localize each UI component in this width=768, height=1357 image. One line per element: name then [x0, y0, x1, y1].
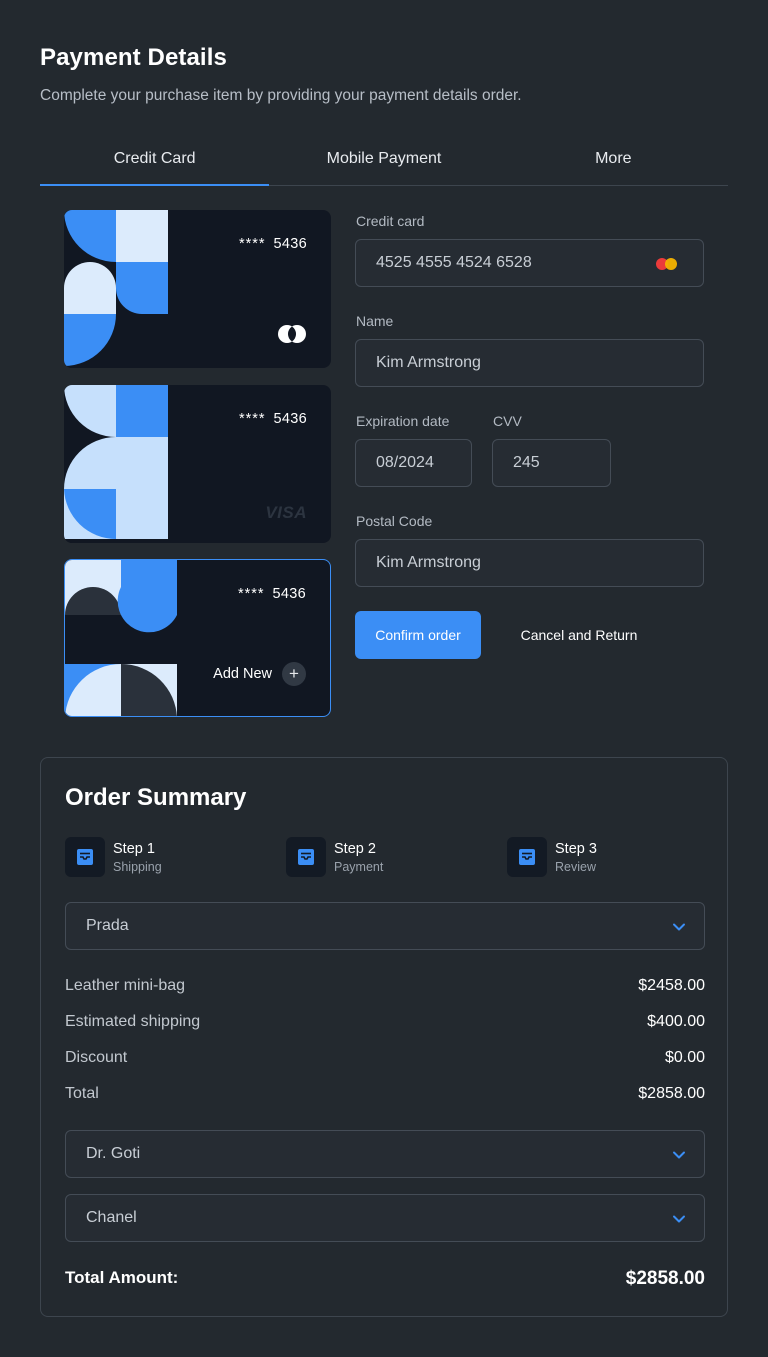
expiration-date-input[interactable]: 08/2024: [355, 439, 472, 487]
order-summary: Order Summary Step 1 Shipping Step 2 Pay…: [40, 757, 728, 1317]
visa-logo: VISA: [265, 503, 307, 522]
confirm-order-button[interactable]: Confirm order: [355, 611, 481, 659]
card-number: **** 5436: [237, 586, 306, 602]
line-item: Total $2858.00: [65, 1085, 705, 1103]
page-title: Payment Details: [40, 44, 227, 71]
cvv-value: 245: [513, 454, 540, 471]
mastercard-icon: [278, 325, 306, 343]
brand-select-dr-goti[interactable]: Dr. Goti: [65, 1130, 705, 1178]
expiration-date-label: Expiration date: [356, 413, 450, 429]
line-item-label: Leather mini-bag: [65, 977, 186, 994]
inbox-icon: [507, 837, 547, 877]
line-item-label: Estimated shipping: [65, 1013, 201, 1030]
name-label: Name: [356, 313, 394, 329]
payment-tabs: Credit Card Mobile Payment More: [40, 132, 728, 186]
total-amount-row: Total Amount: $2858.00: [65, 1268, 705, 1290]
total-amount-value: $2858.00: [625, 1268, 705, 1289]
brand-select-chanel[interactable]: Chanel: [65, 1194, 705, 1242]
plus-icon: +: [282, 662, 306, 686]
total-amount-label: Total Amount:: [65, 1268, 179, 1287]
line-item-value: $2858.00: [638, 1085, 705, 1102]
card-artwork: [65, 560, 177, 716]
card-artwork: [64, 385, 168, 543]
cvv-label: CVV: [493, 413, 522, 429]
step-title: Step 1: [113, 840, 155, 857]
step-title: Step 2: [334, 840, 376, 857]
line-item-label: Discount: [65, 1049, 128, 1066]
tab-mobile-payment[interactable]: Mobile Payment: [269, 132, 498, 185]
name-value: Kim Armstrong: [376, 354, 481, 371]
line-item-value: $2458.00: [638, 977, 705, 994]
card-number-value: 4525 4555 4524 6528: [376, 254, 532, 271]
chevron-down-icon: [673, 1215, 685, 1223]
tab-more[interactable]: More: [499, 132, 728, 185]
step-review[interactable]: Step 3 Review: [507, 837, 597, 877]
step-subtitle: Shipping: [113, 859, 162, 874]
step-shipping[interactable]: Step 1 Shipping: [65, 837, 162, 877]
card-artwork: [64, 210, 168, 368]
cvv-input[interactable]: 245: [492, 439, 611, 487]
card-number-input[interactable]: 4525 4555 4524 6528: [355, 239, 704, 287]
line-item: Leather mini-bag $2458.00: [65, 977, 705, 995]
inbox-icon: [286, 837, 326, 877]
brand-select-prada[interactable]: Prada: [65, 902, 705, 950]
line-item-label: Total: [65, 1085, 99, 1102]
chevron-down-icon: [673, 1151, 685, 1159]
line-item-value: $400.00: [647, 1013, 705, 1030]
select-value: Dr. Goti: [86, 1145, 141, 1162]
line-item: Estimated shipping $400.00: [65, 1013, 705, 1031]
line-item-value: $0.00: [664, 1049, 705, 1066]
cancel-and-return-button[interactable]: Cancel and Return: [497, 611, 661, 659]
step-subtitle: Payment: [334, 859, 384, 874]
chevron-down-icon: [673, 923, 685, 931]
select-value: Prada: [86, 917, 129, 934]
add-new-card-button[interactable]: Add New +: [213, 662, 306, 686]
order-summary-title: Order Summary: [65, 784, 247, 811]
step-payment[interactable]: Step 2 Payment: [286, 837, 383, 877]
expiration-date-value: 08/2024: [376, 454, 434, 471]
card-number: **** 5436: [238, 236, 307, 252]
card-add-new[interactable]: **** 5436 Add New +: [64, 559, 331, 717]
postal-code-input[interactable]: Kim Armstrong: [355, 539, 704, 587]
card-visa[interactable]: **** 5436 VISA: [64, 385, 331, 543]
page-subtitle: Complete your purchase item by providing…: [40, 87, 522, 104]
step-subtitle: Review: [555, 859, 596, 874]
card-number-label: Credit card: [356, 213, 425, 229]
card-number: **** 5436: [238, 411, 307, 427]
tab-credit-card[interactable]: Credit Card: [40, 132, 270, 186]
postal-code-label: Postal Code: [356, 513, 433, 529]
step-title: Step 3: [555, 840, 597, 857]
line-item: Discount $0.00: [65, 1049, 705, 1067]
inbox-icon: [65, 837, 105, 877]
card-mastercard[interactable]: **** 5436: [64, 210, 331, 368]
select-value: Chanel: [86, 1209, 137, 1226]
postal-code-value: Kim Armstrong: [376, 554, 481, 571]
mastercard-icon: [656, 258, 677, 270]
name-input[interactable]: Kim Armstrong: [355, 339, 704, 387]
add-new-label: Add New: [213, 666, 272, 682]
